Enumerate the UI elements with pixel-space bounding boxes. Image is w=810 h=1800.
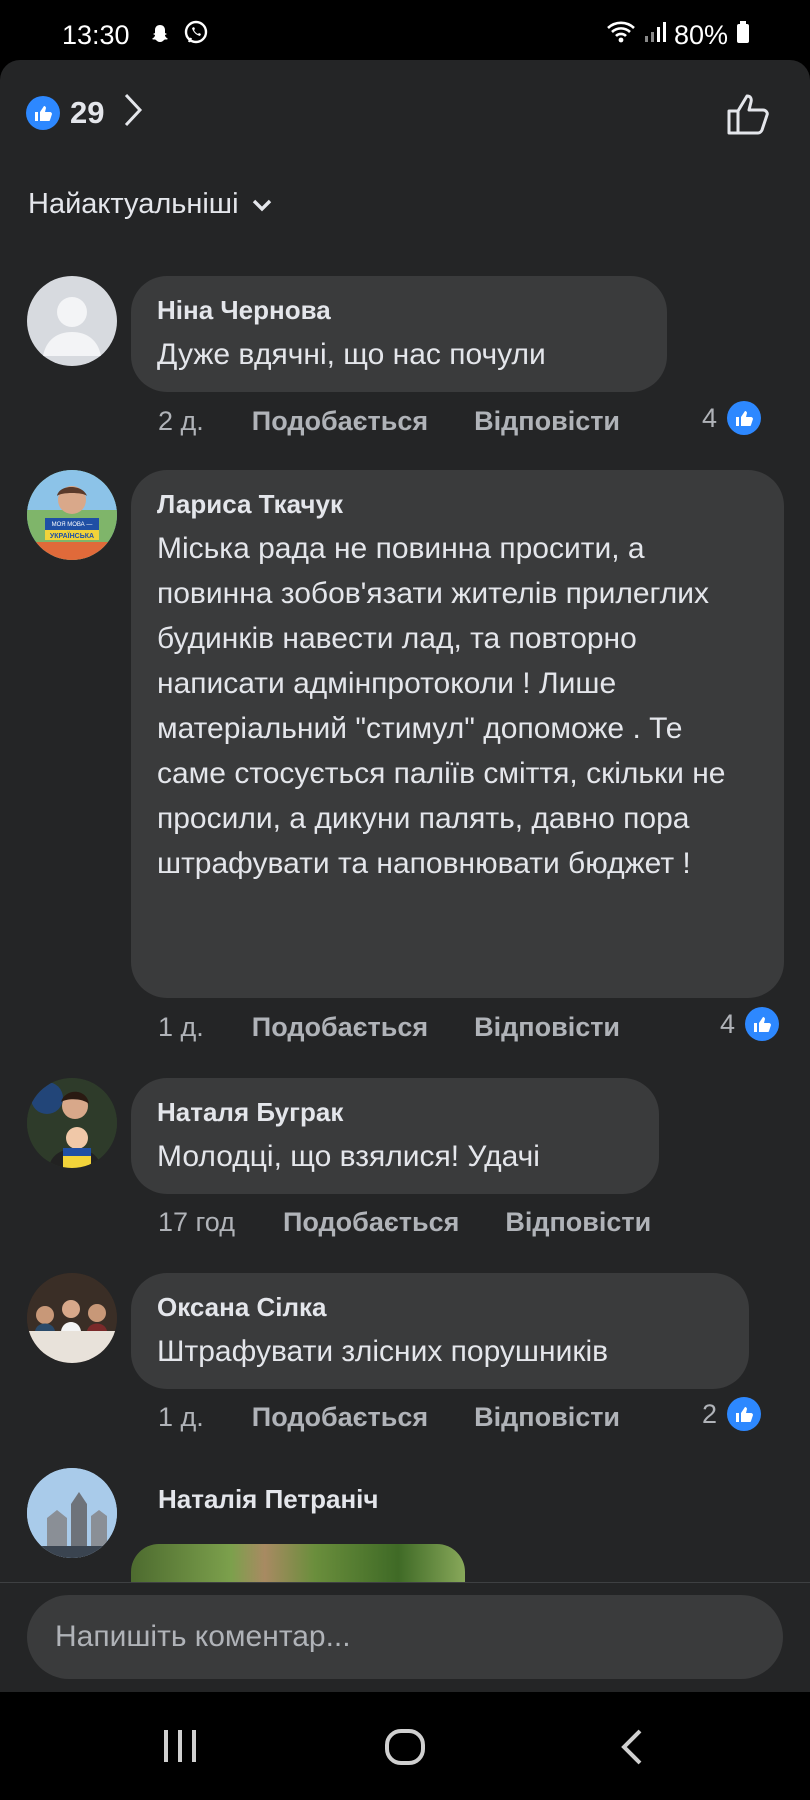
avatar[interactable] (27, 1273, 117, 1363)
comment-bubble[interactable]: Оксана Сілка Штрафувати злісних порушник… (131, 1273, 749, 1389)
avatar[interactable] (27, 276, 117, 366)
like-icon (26, 95, 60, 130)
like-comment-button[interactable]: Подобається (252, 1402, 428, 1433)
reaction-count: 29 (70, 94, 105, 130)
comment-like-count: 4 (702, 402, 718, 433)
comment-reaction-count[interactable]: 2 (702, 1397, 762, 1431)
back-icon[interactable] (618, 1728, 644, 1771)
reply-button[interactable]: Відповісти (474, 1012, 620, 1043)
comment-actions: 1 д. Подобається Відповісти (158, 1402, 620, 1433)
like-comment-button[interactable]: Подобається (252, 406, 428, 437)
like-icon (727, 401, 762, 435)
status-right: 80% (606, 20, 750, 51)
like-icon (745, 1007, 780, 1041)
like-post-button[interactable] (726, 92, 772, 141)
comment-author[interactable]: Наталія Петраніч (158, 1484, 378, 1515)
comment-composer-bar: Напишіть коментар... (0, 1582, 810, 1693)
comment-time[interactable]: 17 год (158, 1207, 235, 1238)
notification-icons (148, 20, 209, 53)
wifi-icon (606, 20, 636, 51)
status-time: 13:30 (62, 20, 130, 50)
home-icon[interactable] (384, 1728, 426, 1771)
comment-input[interactable]: Напишіть коментар... (27, 1595, 783, 1679)
avatar[interactable] (27, 1468, 117, 1558)
chevron-right-icon[interactable] (122, 92, 144, 133)
like-comment-button[interactable]: Подобається (252, 1012, 428, 1043)
comment-author[interactable]: Наталя Буграк (157, 1094, 633, 1130)
comment-like-count: 2 (702, 1398, 718, 1429)
sort-label: Найактуальніші (28, 188, 239, 220)
comment-author[interactable]: Лариса Ткачук (157, 486, 758, 522)
comment-bubble[interactable]: Лариса Ткачук Міська рада не повинна про… (131, 470, 784, 998)
avatar[interactable]: МОЯ МОВА — УКРАЇНСЬКА (27, 470, 117, 560)
comment-author[interactable]: Ніна Чернова (157, 292, 641, 328)
system-nav-bar (0, 1692, 810, 1800)
battery-icon (736, 20, 750, 51)
comment-reaction-count[interactable]: 4 (720, 1007, 780, 1041)
comment-text: Міська рада не повинна просити, а повинн… (157, 532, 726, 880)
comments-sheet: 29 Найактуальніші Ніна Чернова Дуже вдяч… (0, 60, 810, 1690)
avatar-caption: МОЯ МОВА — (52, 522, 93, 528)
comment-actions: 2 д. Подобається Відповісти (158, 406, 620, 437)
sort-dropdown[interactable]: Найактуальніші (28, 188, 273, 221)
viber-icon (183, 20, 209, 52)
battery-level: 80% (673, 20, 728, 50)
avatar[interactable] (27, 1078, 117, 1168)
comment-actions: 17 год Подобається Відповісти (158, 1207, 651, 1238)
snapchat-icon (148, 25, 183, 52)
like-comment-button[interactable]: Подобається (283, 1207, 459, 1238)
comment-bubble[interactable]: Ніна Чернова Дуже вдячні, що нас почули (131, 276, 667, 392)
comment-time[interactable]: 1 д. (158, 1012, 204, 1043)
comment-time[interactable]: 2 д. (158, 406, 204, 437)
signal-icon (644, 20, 666, 51)
comment-author[interactable]: Оксана Сілка (157, 1289, 723, 1325)
chevron-down-icon (251, 188, 273, 221)
reply-button[interactable]: Відповісти (505, 1207, 651, 1238)
like-icon (727, 1397, 762, 1431)
reply-button[interactable]: Відповісти (474, 406, 620, 437)
reactions-summary[interactable]: 29 (26, 92, 144, 133)
comment-like-count: 4 (720, 1008, 736, 1039)
comment-text: Молодці, що взялися! Удачі (157, 1140, 540, 1173)
reply-button[interactable]: Відповісти (474, 1402, 620, 1433)
comment-bubble[interactable]: Наталя Буграк Молодці, що взялися! Удачі (131, 1078, 659, 1194)
comment-text: Дуже вдячні, що нас почули (157, 338, 546, 371)
comment-text: Штрафувати злісних порушників (157, 1335, 609, 1368)
comment-actions: 1 д. Подобається Відповісти (158, 1012, 620, 1043)
comment-time[interactable]: 1 д. (158, 1402, 204, 1433)
comment-reaction-count[interactable]: 4 (702, 401, 762, 435)
recent-apps-icon[interactable] (160, 1728, 200, 1769)
svg-text:УКРАЇНСЬКА: УКРАЇНСЬКА (50, 532, 94, 540)
